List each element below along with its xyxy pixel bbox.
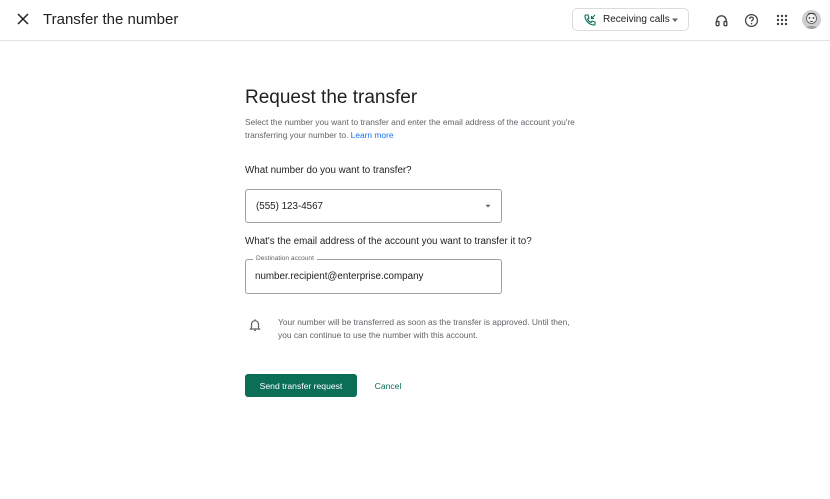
apps-grid-icon [776,14,788,26]
send-transfer-request-button[interactable]: Send transfer request [245,374,357,397]
destination-account-label: Destination account [253,255,317,262]
support-button[interactable] [712,11,730,29]
top-bar: Transfer the number Receiving calls [0,0,830,41]
intro-text: Select the number you want to transfer a… [245,116,585,141]
page-title: Transfer the number [43,11,179,28]
apps-button[interactable] [773,11,791,29]
selected-number: (555) 123-4567 [256,200,323,212]
phone-incoming-icon [583,13,597,27]
number-question: What number do you want to transfer? [245,165,412,176]
close-icon [17,13,29,25]
status-chip[interactable]: Receiving calls [572,8,689,31]
dropdown-arrow-icon [484,202,492,210]
learn-more-link[interactable]: Learn more [351,130,394,140]
chevron-down-icon [671,16,679,24]
destination-account-field: Destination account [245,255,502,294]
intro-description: Select the number you want to transfer a… [245,117,575,140]
bell-icon [248,318,262,332]
avatar[interactable] [802,10,821,29]
status-chip-label: Receiving calls [603,14,670,25]
destination-account-input[interactable] [255,271,495,282]
transfer-notice: Your number will be transferred as soon … [278,317,570,340]
email-question: What's the email address of the account … [245,236,532,247]
help-button[interactable] [742,11,760,29]
form-heading: Request the transfer [245,87,418,108]
cancel-button[interactable]: Cancel [367,374,409,397]
headset-icon [714,13,729,28]
number-select[interactable]: (555) 123-4567 [245,189,502,223]
help-icon [744,13,759,28]
close-button[interactable] [12,8,34,30]
